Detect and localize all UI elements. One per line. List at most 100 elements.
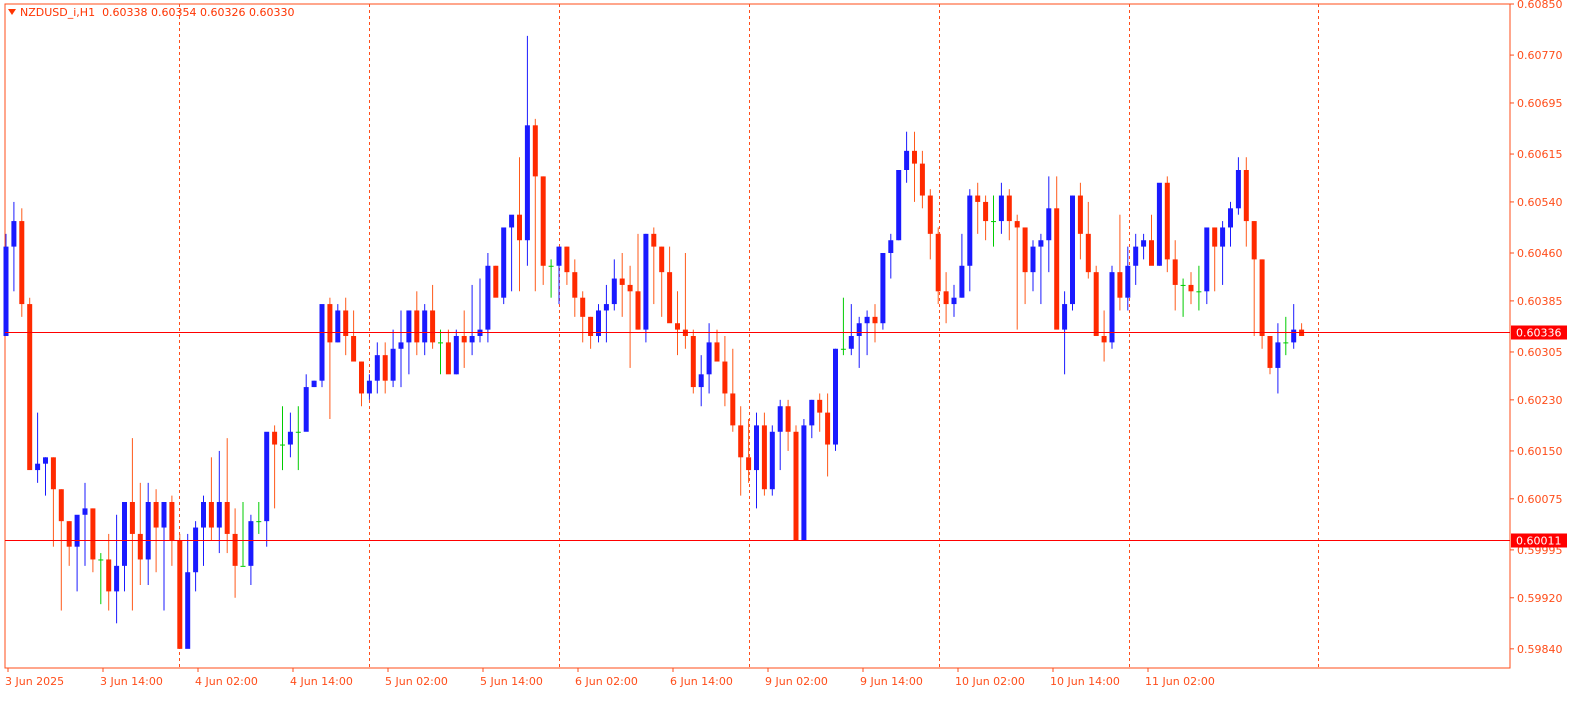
candle-body bbox=[11, 221, 17, 247]
candle-body bbox=[1054, 208, 1060, 330]
candle bbox=[11, 201, 17, 292]
y-tick-label: 0.59840 bbox=[1517, 643, 1563, 656]
candle-body bbox=[1188, 284, 1194, 292]
candle-body bbox=[82, 508, 88, 515]
candle bbox=[145, 482, 151, 585]
candle bbox=[366, 374, 372, 400]
candle-body bbox=[532, 125, 538, 177]
candle-body bbox=[1014, 221, 1020, 228]
candle bbox=[983, 195, 989, 241]
candle bbox=[114, 514, 120, 624]
candle bbox=[501, 227, 507, 305]
candle bbox=[82, 482, 88, 566]
candle-body bbox=[951, 297, 957, 305]
candle bbox=[122, 502, 127, 592]
candle-body bbox=[398, 342, 404, 349]
candle bbox=[58, 489, 64, 611]
candle-body bbox=[58, 489, 64, 522]
candle-body bbox=[833, 348, 838, 445]
candle bbox=[43, 457, 48, 496]
candle bbox=[319, 304, 325, 388]
candle-body bbox=[817, 399, 823, 413]
candle bbox=[1054, 176, 1060, 330]
candle-body bbox=[1259, 259, 1265, 336]
x-tick-label: 5 Jun 14:00 bbox=[480, 675, 543, 688]
candle bbox=[35, 412, 41, 483]
candle bbox=[264, 431, 270, 547]
candle-body bbox=[1117, 272, 1123, 298]
candle bbox=[201, 495, 206, 566]
candle-body bbox=[145, 502, 151, 560]
candle-body bbox=[1172, 259, 1178, 285]
candle-body bbox=[801, 425, 807, 541]
candle-body bbox=[556, 246, 562, 266]
candle bbox=[517, 157, 522, 292]
candle bbox=[280, 406, 285, 471]
candle-body bbox=[295, 431, 301, 433]
candle-body bbox=[106, 559, 112, 592]
candle bbox=[343, 297, 349, 356]
candle bbox=[438, 329, 443, 375]
candle bbox=[651, 227, 657, 305]
candle-body bbox=[761, 425, 767, 490]
candle-body bbox=[904, 150, 910, 170]
candle bbox=[912, 131, 917, 202]
candle-body bbox=[327, 304, 333, 343]
candle-body bbox=[1141, 240, 1147, 247]
candle bbox=[959, 233, 965, 298]
candle-body bbox=[1180, 284, 1186, 286]
candle-body bbox=[422, 310, 428, 343]
candle-body bbox=[1006, 195, 1012, 222]
candle bbox=[627, 265, 633, 368]
candle-body bbox=[366, 380, 372, 394]
candle bbox=[374, 342, 380, 394]
y-tick-label: 0.59920 bbox=[1517, 592, 1563, 605]
candle-body bbox=[1164, 182, 1170, 260]
candle bbox=[1228, 201, 1233, 247]
candle-body bbox=[1046, 208, 1052, 241]
candle bbox=[611, 259, 617, 311]
candle bbox=[714, 329, 720, 362]
x-tick-label: 6 Jun 14:00 bbox=[670, 675, 733, 688]
y-tick-label: 0.60150 bbox=[1517, 445, 1563, 458]
x-tick-label: 10 Jun 02:00 bbox=[955, 675, 1025, 688]
candle-body bbox=[730, 393, 736, 426]
candle-body bbox=[1275, 342, 1281, 368]
candle-body bbox=[793, 431, 799, 541]
price-level-label: 0.60336 bbox=[1516, 327, 1562, 340]
candle bbox=[524, 35, 530, 266]
candle-body bbox=[991, 221, 996, 223]
candle-body bbox=[1062, 304, 1068, 330]
candle-body bbox=[256, 521, 262, 523]
candle bbox=[809, 399, 815, 439]
candle bbox=[287, 412, 293, 458]
candle bbox=[698, 355, 704, 407]
candle bbox=[556, 246, 562, 305]
y-tick-label: 0.60850 bbox=[1517, 0, 1563, 11]
price-chart[interactable]: 0.60850 0.60770 0.60695 0.60615 0.60540 0.604… bbox=[0, 0, 1586, 703]
candle bbox=[98, 553, 104, 605]
candle bbox=[1172, 240, 1178, 311]
candle bbox=[422, 304, 428, 356]
candle bbox=[509, 214, 515, 292]
candle bbox=[351, 310, 357, 362]
candle bbox=[833, 348, 838, 451]
candle-body bbox=[1283, 342, 1289, 344]
candle bbox=[216, 450, 222, 554]
candle bbox=[998, 182, 1004, 234]
candle-body bbox=[1085, 233, 1091, 273]
candle-body bbox=[619, 278, 625, 285]
candle-body bbox=[572, 272, 578, 298]
candle-body bbox=[690, 336, 696, 388]
candle bbox=[1014, 214, 1020, 330]
candle bbox=[919, 150, 925, 209]
candle-body bbox=[517, 214, 522, 241]
candle bbox=[1156, 182, 1162, 266]
candle bbox=[1117, 214, 1123, 311]
candle-body bbox=[627, 284, 633, 292]
candle bbox=[975, 182, 981, 234]
y-tick-label: 0.60385 bbox=[1517, 295, 1563, 308]
candle bbox=[406, 310, 412, 375]
candle bbox=[619, 253, 625, 317]
candle-body bbox=[746, 457, 752, 471]
